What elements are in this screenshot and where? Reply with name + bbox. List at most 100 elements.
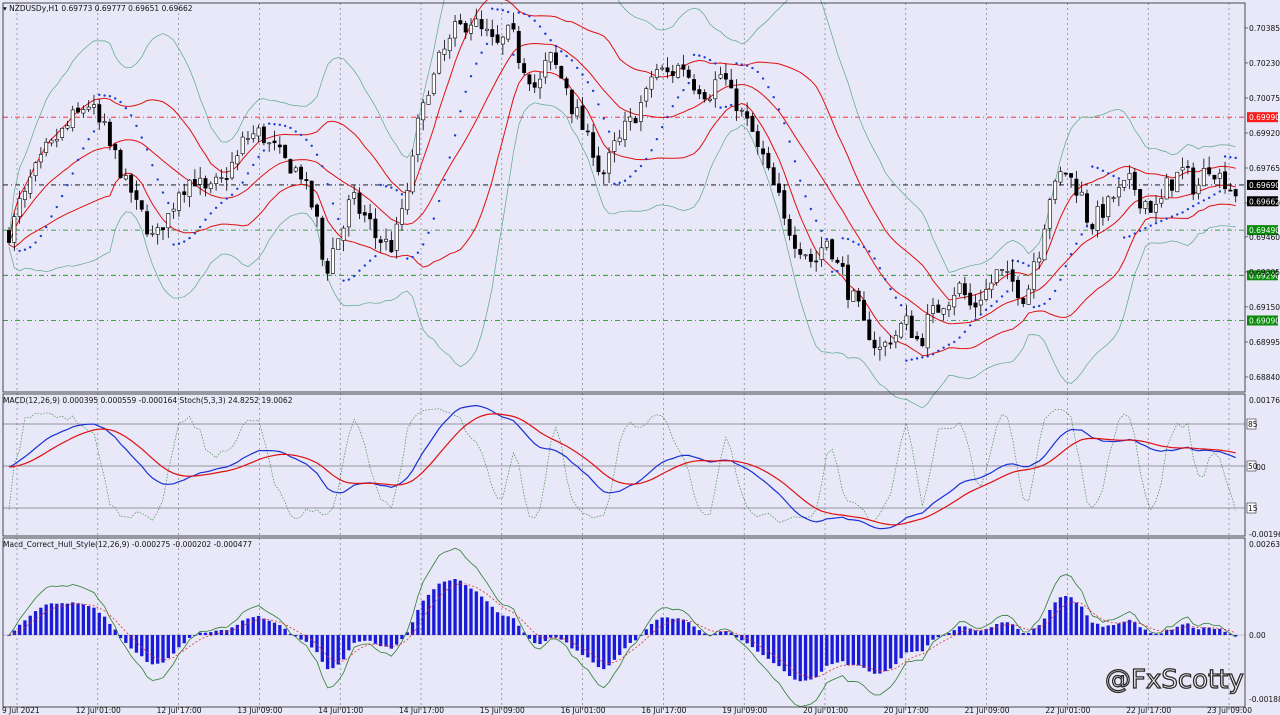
histogram-bar (1048, 609, 1052, 635)
sar-dot (708, 58, 712, 62)
sar-dot (108, 95, 112, 98)
histogram-bar (341, 635, 346, 660)
sar-dot (984, 308, 988, 312)
candle (1170, 179, 1174, 191)
sar-dot (506, 10, 510, 14)
sar-dot (448, 156, 451, 159)
sar-dot (363, 264, 366, 267)
histogram-bar (256, 615, 261, 635)
histogram-bar (156, 635, 160, 664)
sar-dot (50, 215, 53, 218)
candle (941, 308, 946, 315)
sar-dot (910, 358, 913, 361)
sar-dot (852, 240, 855, 244)
time-tick-label: 22 Jul 17:00 (1126, 706, 1171, 715)
candle (299, 166, 304, 180)
candle (394, 223, 399, 251)
histogram-bar (1005, 622, 1009, 635)
candle (649, 76, 654, 90)
histogram-bar (1180, 624, 1185, 635)
histogram-bar (299, 635, 303, 640)
candle (1085, 193, 1089, 223)
sar-dot (889, 287, 892, 291)
sar-dot (347, 278, 351, 281)
histogram-bar (97, 612, 101, 635)
sar-dot (522, 12, 526, 15)
histogram-bar (442, 581, 447, 635)
candle (644, 88, 649, 102)
sar-dot (299, 133, 303, 137)
sar-dot (1107, 172, 1110, 175)
candle (272, 140, 277, 144)
histogram-bar (1149, 633, 1153, 635)
sar-dot (836, 269, 839, 273)
histogram-bar (835, 635, 840, 663)
histogram-bar (76, 603, 80, 635)
histogram-bar (267, 620, 271, 635)
sar-dot (581, 73, 584, 76)
candle (293, 167, 298, 172)
histogram-bar (485, 601, 489, 635)
sar-dot (1133, 232, 1136, 235)
sar-dot (1027, 264, 1030, 267)
candle (1053, 180, 1058, 200)
sar-dot (1016, 260, 1020, 263)
candle (60, 128, 65, 138)
histogram-bar (1037, 625, 1041, 635)
histogram-bar (1080, 606, 1084, 635)
candle (872, 339, 877, 349)
sar-dot (214, 206, 218, 210)
candle (660, 67, 665, 70)
candle (856, 290, 861, 302)
time-tick-label: 14 Jul 01:00 (318, 706, 363, 715)
sar-dot (714, 62, 717, 65)
sar-dot (416, 251, 420, 254)
candle (968, 292, 973, 306)
sar-dot (145, 148, 149, 151)
sar-dot (809, 207, 813, 211)
candle (437, 51, 442, 74)
candle (564, 78, 569, 89)
sar-dot (209, 212, 212, 215)
sar-dot (427, 231, 430, 235)
candle (474, 18, 479, 27)
candle (362, 212, 367, 216)
time-tick-label: 14 Jul 17:00 (399, 706, 444, 715)
histogram-bar (1095, 623, 1100, 635)
candle (994, 269, 999, 283)
sar-dot (682, 88, 685, 92)
sar-dot (257, 155, 260, 159)
histogram-bar (633, 635, 638, 641)
sar-dot (947, 343, 951, 346)
candle (49, 139, 54, 144)
price-tick-label: 0.68995 (1249, 338, 1280, 347)
histogram-bar (395, 635, 399, 645)
sar-dot (501, 8, 505, 12)
candle (145, 211, 150, 235)
candle (182, 191, 187, 195)
sar-dot (602, 117, 605, 120)
sar-dot (724, 105, 728, 109)
histogram-bar (830, 635, 834, 665)
histogram-bar (894, 635, 898, 665)
trading-chart[interactable]: 0.699900.696900.694900.692900.69090 0.70… (0, 0, 1280, 715)
candle (734, 88, 739, 112)
sar-dot (1234, 156, 1237, 160)
histogram-bar (55, 603, 59, 635)
histogram-bar (209, 632, 213, 635)
histogram-bar (862, 635, 866, 668)
candle (1111, 197, 1116, 199)
candle (623, 120, 627, 140)
candle (962, 283, 967, 296)
histogram-bar (448, 580, 452, 635)
sar-dot (384, 185, 388, 188)
histogram-bar (888, 635, 893, 669)
candle (500, 36, 505, 45)
sar-dot (1069, 253, 1073, 256)
histogram-bar (44, 604, 48, 635)
stoch-level-label: 85 (1248, 420, 1258, 429)
candle (267, 142, 272, 145)
sar-dot (321, 165, 324, 168)
histogram-bar (1122, 621, 1126, 635)
sar-dot (1091, 165, 1094, 168)
